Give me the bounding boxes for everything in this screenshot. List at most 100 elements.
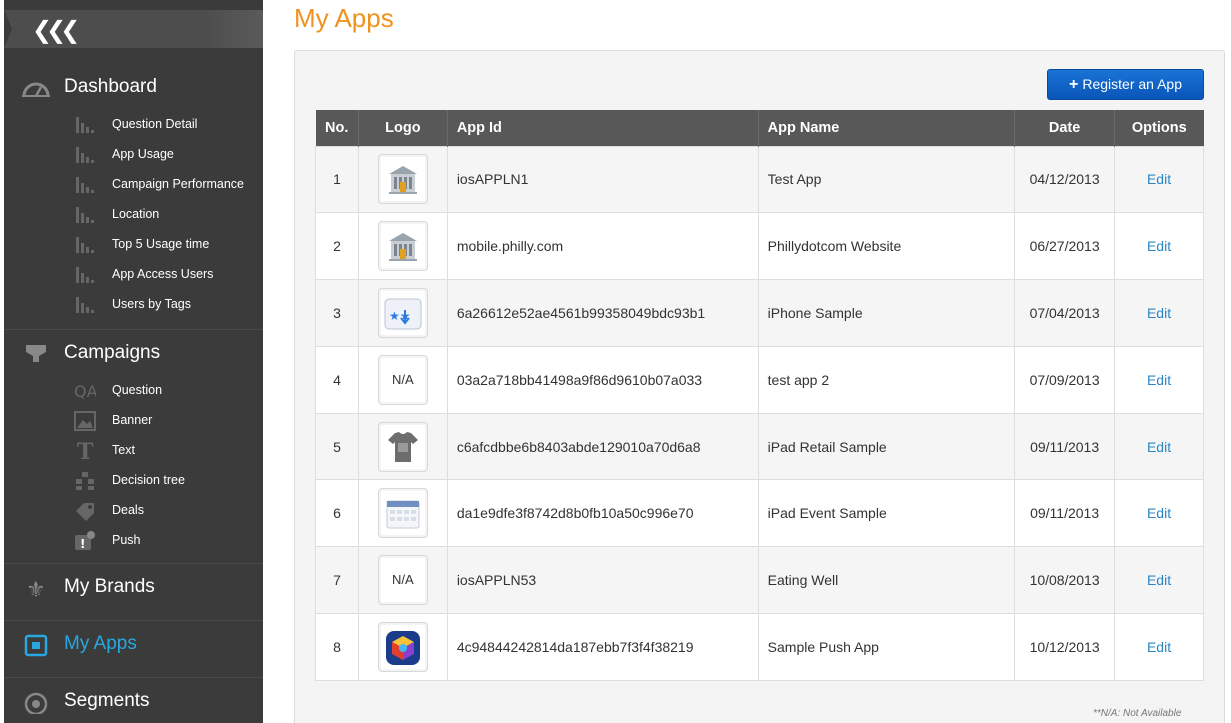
sidebar-item-my-apps[interactable]: My Apps [4, 629, 263, 659]
sidebar-item-label: Dashboard [64, 76, 157, 97]
app-logo [377, 488, 428, 539]
tshirt-icon [387, 432, 418, 463]
app-name: Test App [757, 145, 1016, 214]
edit-link[interactable]: Edit [1147, 238, 1171, 254]
app-id: da1e9dfe3f8742d8b0fb10a50c996e70 [446, 479, 759, 548]
sidebar-item-label: Campaigns [64, 342, 161, 363]
building-icon [388, 232, 417, 261]
sidebar-collapse-bar[interactable]: ❮❮❮ [4, 10, 263, 48]
table-row: 6 da1e9dfe3f8742d8b0fb10a50c996e70 iPad … [315, 479, 1204, 548]
sidebar-divider [4, 620, 263, 621]
app-id: iosAPPLN1 [446, 145, 759, 214]
edit-link[interactable]: Edit [1147, 639, 1171, 655]
logo-cell: ★★ [357, 279, 448, 347]
options-cell: Edit [1114, 546, 1204, 615]
bar-chart-icon [76, 177, 94, 193]
sidebar-subitem-label: Banner [112, 413, 153, 427]
bar-chart-icon [76, 297, 94, 313]
tag-icon [76, 503, 94, 521]
sidebar-subitem-campaign-performance[interactable]: Campaign Performance [4, 173, 263, 197]
sidebar-subitem-banner[interactable]: Banner [4, 409, 263, 433]
svg-text:!: ! [80, 537, 85, 551]
row-number: 6 [315, 479, 359, 548]
sidebar-subitem-location[interactable]: Location [4, 203, 263, 227]
sidebar-subitem-deals[interactable]: Deals [4, 499, 263, 523]
footnote: **N/A: Not Available [1093, 708, 1182, 719]
table-row: 1 iosAPPLN1 Test App 04/12/2013 Edit [315, 145, 1204, 214]
logo-cell [357, 212, 448, 281]
sidebar-item-dashboard[interactable]: Dashboard [4, 72, 263, 102]
row-number: 2 [315, 212, 359, 281]
sidebar-divider [4, 563, 263, 564]
sidebar-subitem-label: Campaign Performance [112, 177, 245, 191]
app-date: 06/27/2013 [1014, 212, 1116, 281]
logo-cell [357, 479, 448, 548]
app-logo [377, 154, 428, 205]
app-id: 4c94844242814da187ebb7f3f4f38219 [446, 613, 759, 681]
app-id: c6afcdbbe6b8403abde129010a70d6a8 [446, 412, 759, 481]
app-date: 09/11/2013 [1014, 479, 1116, 548]
column-header-logo: Logo [358, 110, 448, 146]
bar-chart-icon [76, 267, 94, 283]
column-header-options: Options [1114, 110, 1204, 146]
logo-cell: N/A [357, 345, 448, 414]
edit-link[interactable]: Edit [1147, 372, 1171, 388]
colorful-cube-icon [385, 630, 420, 665]
sidebar-subitem-label: Decision tree [112, 473, 185, 487]
edit-link[interactable]: Edit [1147, 572, 1171, 588]
row-number: 1 [315, 145, 359, 214]
sidebar-subitem-label: Question Detail [112, 117, 198, 131]
calendar-icon [386, 500, 420, 529]
text-icon: T [77, 441, 94, 461]
table-row: 3 ★★ 6a26612e52ae4561b99358049bdc93b1 iP… [315, 279, 1204, 347]
logo-cell [357, 613, 448, 681]
apps-table: No. Logo App Id App Name Date Options 1 … [315, 110, 1204, 681]
app-id: 6a26612e52ae4561b99358049bdc93b1 [446, 279, 759, 347]
megaphone-icon [26, 345, 46, 362]
options-cell: Edit [1114, 412, 1204, 481]
sidebar-subitem-text[interactable]: T Text [4, 439, 263, 463]
edit-link[interactable]: Edit [1147, 505, 1171, 521]
sidebar-subitem-question[interactable]: QA Question [4, 379, 263, 403]
sidebar-subitem-question-detail[interactable]: Question Detail [4, 113, 263, 137]
sidebar-subitem-top-5-usage-time[interactable]: Top 5 Usage time [4, 233, 263, 257]
sidebar-subitem-users-by-tags[interactable]: Users by Tags [4, 293, 263, 317]
column-header-app-id: App Id [447, 110, 759, 146]
sidebar-subitem-label: Push [112, 533, 141, 547]
sidebar-item-campaigns[interactable]: Campaigns [4, 338, 263, 368]
logo-cell: N/A [357, 546, 448, 615]
sidebar-subitem-decision-tree[interactable]: Decision tree [4, 469, 263, 493]
options-cell: Edit [1114, 279, 1204, 347]
column-header-app-name: App Name [758, 110, 1016, 146]
sidebar-subitem-label: Question [112, 383, 163, 397]
app-logo-na: N/A [377, 555, 428, 606]
svg-text:T: T [77, 441, 94, 461]
sidebar-item-segments[interactable]: Segments [4, 686, 263, 716]
sidebar-subitem-app-access-users[interactable]: App Access Users [4, 263, 263, 287]
table-row: 4 N/A 03a2a718bb41498a9f86d9610b07a033 t… [315, 345, 1204, 414]
gauge-icon [22, 82, 50, 97]
sidebar-item-label: My Apps [64, 633, 137, 654]
sidebar-subitem-label: App Usage [112, 147, 174, 161]
collapse-sidebar-icon[interactable]: ❮❮❮ [32, 16, 80, 45]
options-cell: Edit [1114, 145, 1204, 214]
bar-chart-icon [76, 147, 94, 163]
edit-link[interactable]: Edit [1147, 305, 1171, 321]
table-row: 7 N/A iosAPPLN53 Eating Well 10/08/2013 … [315, 546, 1204, 615]
bar-chart-icon [76, 237, 94, 253]
sidebar-subitem-app-usage[interactable]: App Usage [4, 143, 263, 167]
edit-link[interactable]: Edit [1147, 171, 1171, 187]
sidebar-item-my-brands[interactable]: ⚜ My Brands [4, 572, 263, 602]
row-number: 4 [315, 345, 359, 414]
app-name: Eating Well [757, 546, 1016, 615]
logo-cell [357, 145, 448, 214]
register-app-button[interactable]: + Register an App [1047, 69, 1204, 100]
sidebar-divider [4, 329, 263, 330]
sidebar-subitem-label: Top 5 Usage time [112, 237, 210, 251]
app-date: 10/08/2013 [1014, 546, 1116, 615]
edit-link[interactable]: Edit [1147, 439, 1171, 455]
sidebar-subitem-push[interactable]: ! Push [4, 529, 263, 553]
qa-icon: QA [74, 382, 96, 401]
options-cell: Edit [1114, 479, 1204, 548]
sidebar-subitem-label: Location [112, 207, 160, 221]
